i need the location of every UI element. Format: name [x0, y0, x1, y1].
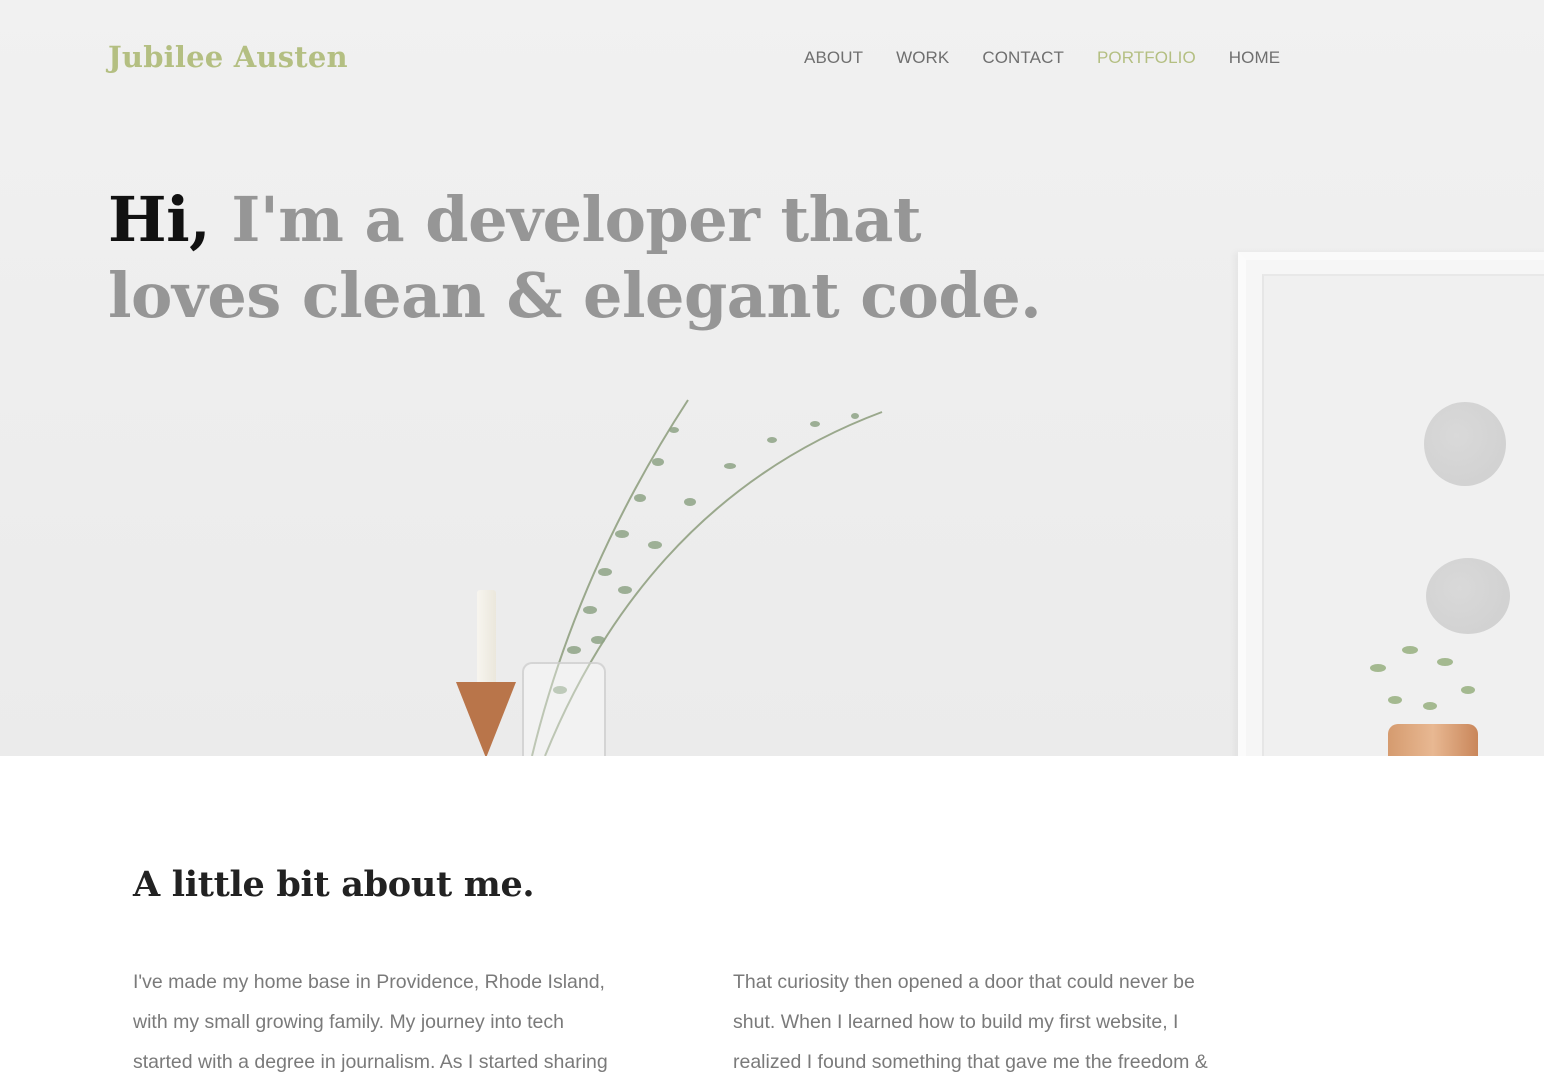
eucalyptus-plant-image: [531, 399, 1475, 756]
main-nav: ABOUT WORK CONTACT PORTFOLIO HOME: [804, 48, 1280, 68]
hero-greeting: Hi,: [108, 183, 211, 256]
hero-section: Jubilee Austen ABOUT WORK CONTACT PORTFO…: [0, 0, 1544, 756]
nav-link-about[interactable]: ABOUT: [804, 48, 863, 68]
about-text-right: That curiosity then opened a door that c…: [733, 971, 1208, 1073]
hero-tagline: I'm a developer that loves clean & elega…: [108, 183, 1042, 332]
about-text-left: I've made my home base in Providence, Rh…: [133, 971, 608, 1073]
nav-link-contact[interactable]: CONTACT: [982, 48, 1064, 68]
candle-image: [477, 590, 496, 682]
hero-headline: Hi, I'm a developer that loves clean & e…: [108, 182, 1068, 334]
glass-jar-image: [522, 662, 606, 756]
candle-holder-image: [456, 682, 516, 756]
site-logo[interactable]: Jubilee Austen: [108, 40, 348, 74]
copper-pot-image: [1388, 724, 1478, 756]
about-title: A little bit about me.: [133, 864, 535, 905]
nav-link-work[interactable]: WORK: [896, 48, 949, 68]
nav-link-home[interactable]: HOME: [1229, 48, 1280, 68]
nav-link-portfolio[interactable]: PORTFOLIO: [1097, 48, 1196, 68]
